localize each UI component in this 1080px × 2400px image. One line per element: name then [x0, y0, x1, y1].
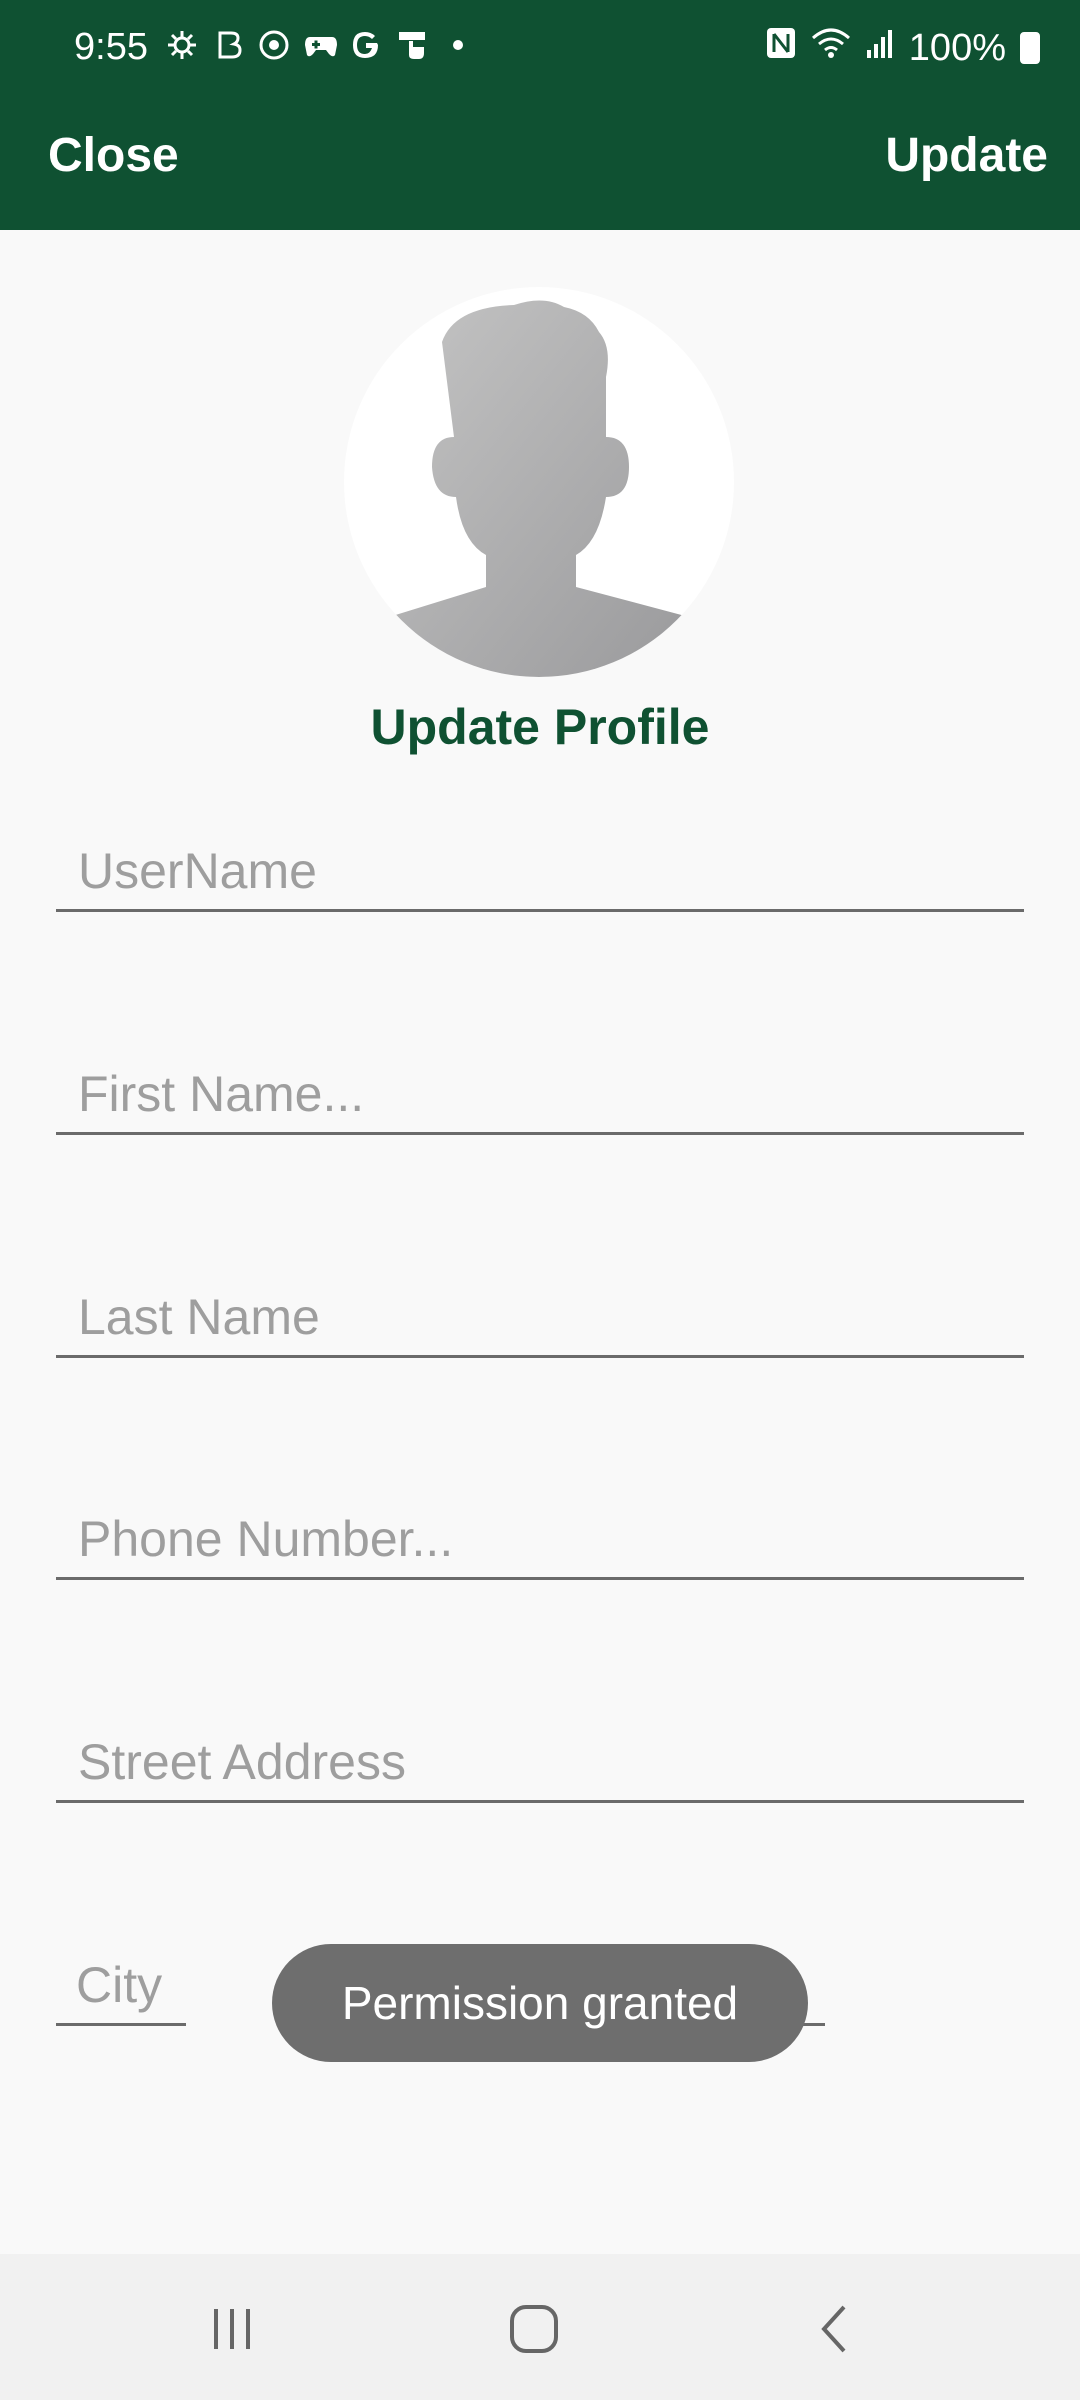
notification-icons [166, 28, 474, 60]
username-input[interactable] [76, 841, 1010, 901]
first-name-input[interactable] [76, 1064, 1010, 1124]
status-bar: 9:55 100% [0, 0, 1080, 100]
phone-input[interactable] [76, 1509, 1010, 1569]
home-icon [510, 2305, 558, 2353]
page-title: Update Profile [370, 699, 710, 755]
battery-percent: 100% [908, 26, 1006, 69]
home-button[interactable] [494, 2294, 574, 2364]
hand-touch-icon [396, 28, 428, 60]
toast-message: Permission granted [272, 1944, 808, 2062]
city-input[interactable] [74, 1955, 188, 2015]
nfc-icon [765, 26, 797, 70]
battery-icon [1020, 32, 1040, 64]
city-field[interactable] [56, 1946, 188, 2026]
last-name-field[interactable] [56, 1278, 1024, 1358]
google-g-icon [350, 28, 382, 60]
status-right: 100% [765, 26, 1040, 70]
back-button[interactable] [796, 2294, 876, 2364]
update-button[interactable]: Update [885, 128, 1048, 183]
profile-avatar[interactable] [344, 287, 734, 677]
gamepad-icon [304, 28, 337, 60]
signal-icon [865, 26, 895, 70]
app-header: 9:55 100% Close Update [0, 0, 1080, 230]
username-field[interactable] [56, 832, 1024, 912]
close-button[interactable]: Close [48, 128, 179, 183]
last-name-input[interactable] [76, 1287, 1010, 1347]
dot-icon [442, 28, 474, 60]
settings-gear-icon [166, 28, 198, 60]
back-icon [821, 2305, 846, 2353]
first-name-field[interactable] [56, 1055, 1024, 1135]
target-app-icon [258, 28, 290, 60]
phone-field[interactable] [56, 1500, 1024, 1580]
default-person-avatar-icon [389, 300, 689, 677]
system-nav-bar [0, 2254, 1080, 2400]
b-app-icon [212, 28, 244, 60]
recent-apps-button[interactable] [192, 2294, 272, 2364]
recent-apps-icon [214, 2309, 250, 2349]
status-time: 9:55 [74, 26, 148, 68]
street-address-input[interactable] [76, 1732, 1010, 1792]
wifi-icon [811, 26, 851, 70]
street-address-field[interactable] [56, 1723, 1024, 1803]
